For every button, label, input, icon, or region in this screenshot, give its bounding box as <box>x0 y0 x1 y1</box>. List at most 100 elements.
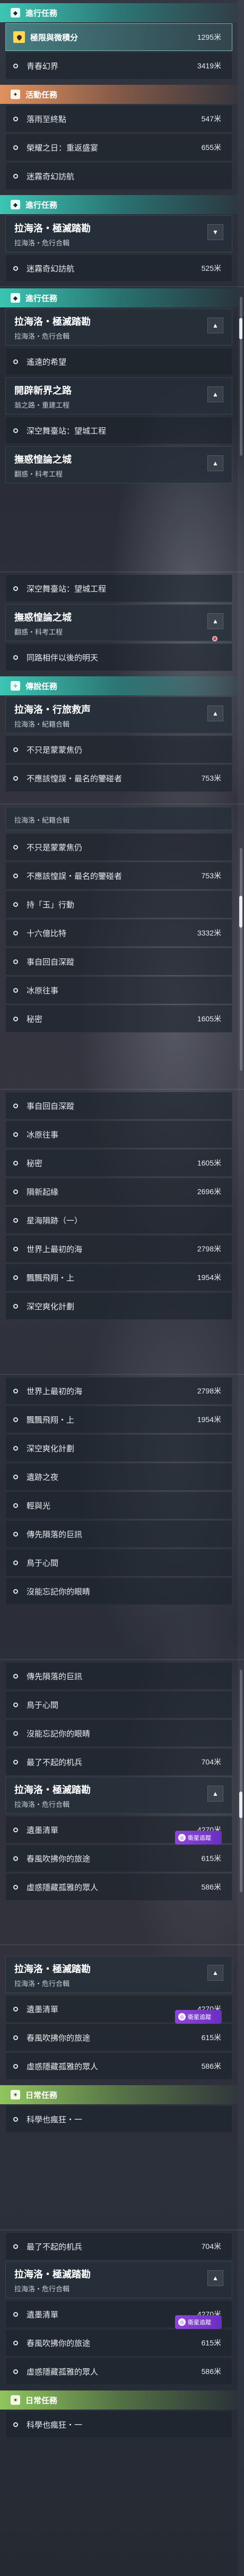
quest-item[interactable]: 隕新起緣 2696米 <box>5 1178 232 1205</box>
quest-item[interactable]: 遺跡之夜 <box>5 1463 232 1490</box>
section-header-daily[interactable]: ☀ 日常任務 <box>0 2390 238 2410</box>
quest-item[interactable]: 落雨至終點 547米 <box>5 105 232 133</box>
scrollbar-track[interactable] <box>240 1670 242 1892</box>
quest-item[interactable]: 同路相伴以後的明天 <box>5 643 232 671</box>
quest-item[interactable]: 最了不起的机兵 704米 <box>5 1748 232 1776</box>
scrollbar-thumb[interactable] <box>239 1792 242 1818</box>
quest-item[interactable]: 深空舞臺站：望城工程 <box>5 575 232 602</box>
quest-group[interactable]: 拉海洛・極滅踏勘 拉海洛・危行合輯 ▲ <box>5 308 232 346</box>
quest-group[interactable]: 拉海洛・行旅救声 拉海洛・紀籍合輯 ▲ <box>5 696 232 734</box>
quest-item[interactable]: 遙遠的希望 <box>5 348 232 375</box>
quest-label: 不只是蒙蒙焦仍 <box>27 745 83 755</box>
quest-item[interactable]: 秘密 1605米 <box>5 1149 232 1177</box>
chevron-up-icon[interactable]: ▲ <box>207 455 223 471</box>
quest-label: 冰原往事 <box>27 1130 59 1140</box>
quest-group[interactable]: 撫惑惶論之城 翻惑・科考工程 ▲ <box>5 604 232 641</box>
radio-dot-icon <box>13 747 18 752</box>
quest-item[interactable]: 世界上最初的海 2798米 <box>5 1377 232 1405</box>
quest-item[interactable]: 十六億比特 3332米 <box>5 919 232 947</box>
quest-item[interactable]: 秘密 1605米 <box>5 1005 232 1033</box>
quest-group[interactable]: 開辟新界之路 翁之路・重建工程 ▲ <box>5 377 232 414</box>
section-header-ongoing[interactable]: ◆ 進行任務 <box>0 3 238 22</box>
legend-quest-icon: ✧ <box>11 681 20 691</box>
quest-item[interactable]: 不只是蒙蒙焦仍 <box>5 736 232 763</box>
quest-item[interactable]: 冰原往事 <box>5 976 232 1004</box>
alert-marker-icon <box>212 636 217 641</box>
quest-item[interactable]: 鳥于心間 <box>5 1549 232 1576</box>
chevron-up-icon[interactable]: ▲ <box>207 317 223 333</box>
quest-item[interactable]: 持「玉」行動 <box>5 890 232 918</box>
quest-item[interactable]: 榮耀之日：重返盛宴 655米 <box>5 134 232 161</box>
section-header-ongoing[interactable]: ◆ 進行任務 <box>0 288 238 307</box>
satellite-icon: ◎ <box>178 2318 186 2326</box>
chevron-up-icon[interactable]: ▲ <box>207 705 223 721</box>
quest-item[interactable]: 不應該惶誤・最名的鑒碰者 753米 <box>5 764 232 792</box>
quest-item[interactable]: 春風吹拂你的旅途 615米 <box>5 1845 232 1872</box>
chevron-up-icon[interactable]: ▲ <box>207 613 223 629</box>
quest-item[interactable]: 傳先隕落的巨訊 <box>5 1520 232 1548</box>
section-label: 傳說任務 <box>25 682 58 691</box>
quest-item[interactable]: 飄飄飛翔・上 1954米 <box>5 1264 232 1291</box>
section-header-daily[interactable]: ☀ 日常任務 <box>0 2085 238 2104</box>
quest-item[interactable]: 虛惑隱藏孤雅的眾人 586米 <box>5 2358 232 2385</box>
quest-group[interactable]: 拉海洛・極滅踏勘 拉海洛・危行合輯 ▼ <box>5 215 232 252</box>
radio-dot-icon <box>13 2369 18 2374</box>
satellite-tracking-badge[interactable]: ◎ 衛星追蹤 <box>175 2315 222 2329</box>
quest-item[interactable]: 深空爽化計劃 <box>5 1292 232 1320</box>
chevron-up-icon[interactable]: ▲ <box>207 1786 223 1802</box>
chevron-up-icon[interactable]: ▲ <box>207 1965 223 1981</box>
quest-distance: 615米 <box>201 1854 221 1863</box>
quest-label: 秘密 <box>27 1159 43 1168</box>
scrollbar-track[interactable] <box>240 848 242 1071</box>
section-header-legend[interactable]: ✧ 傳說任務 <box>0 676 238 695</box>
section-header-event[interactable]: ✦ 活動任務 <box>0 85 238 104</box>
quest-item[interactable]: 青春幻界 3419米 <box>5 52 232 80</box>
quest-item[interactable]: 傳先隕落的巨訊 <box>5 1662 232 1690</box>
radio-dot-icon <box>13 1731 18 1736</box>
satellite-tracking-badge[interactable]: ◎ 衛星追蹤 <box>175 2010 222 2024</box>
chevron-down-icon[interactable]: ▼ <box>207 224 223 240</box>
quest-item[interactable]: 科學也瘋狂・一 <box>5 2411 232 2438</box>
quest-item[interactable]: 飄飄飛翔・上 1954米 <box>5 1406 232 1433</box>
quest-item-selected[interactable]: 極限與微積分 1295米 <box>5 23 232 51</box>
quest-item[interactable]: 春風吹拂你的旅途 615米 <box>5 2024 232 2051</box>
quest-item[interactable]: 不應該惶誤・最名的鑒碰者 753米 <box>5 862 232 889</box>
section-header-ongoing[interactable]: ◆ 進行任務 <box>0 195 238 214</box>
quest-item[interactable]: 深空舞臺站：望城工程 <box>5 417 232 444</box>
quest-item[interactable]: 最了不起的机兵 704米 <box>5 2233 232 2260</box>
chevron-up-icon[interactable]: ▲ <box>207 2270 223 2286</box>
quest-item[interactable]: 深空爽化計劃 <box>5 1434 232 1462</box>
quest-group[interactable]: 撫惑惶論之城 翻惑・科考工程 ▲ <box>5 446 232 483</box>
radio-dot-icon <box>13 359 18 364</box>
quest-item[interactable]: 虛惑隱藏孤雅的眾人 586米 <box>5 1873 232 1901</box>
quest-label: 春風吹拂你的旅途 <box>27 2033 91 2043</box>
quest-item[interactable]: 迷霧奇幻訪航 525米 <box>5 254 232 282</box>
scrollbar-thumb[interactable] <box>239 318 242 339</box>
quest-item[interactable]: 事自回自深蹤 <box>5 1092 232 1119</box>
screenshot-seam <box>0 804 244 805</box>
quest-group[interactable]: 拉海洛・極滅踏勘 拉海洛・危行合輯 ▲ <box>5 1777 232 1814</box>
quest-group[interactable]: 拉海洛・極滅踏勘 拉海洛・危行合輯 ▲ <box>5 2261 232 2298</box>
quest-item[interactable]: 虛惑隱藏孤雅的眾人 586米 <box>5 2052 232 2080</box>
radio-dot-icon <box>13 63 18 68</box>
quest-group[interactable]: 拉海洛・極滅踏勘 拉海洛・危行合輯 ▲ <box>5 1956 232 1993</box>
quest-item[interactable]: 世界上最初的海 2798米 <box>5 1235 232 1263</box>
chevron-up-icon[interactable]: ▲ <box>207 386 223 402</box>
quest-distance: 615米 <box>201 2339 221 2347</box>
quest-item[interactable]: 科學也瘋狂・一 <box>5 2105 232 2133</box>
scrollbar-thumb[interactable] <box>239 896 242 928</box>
satellite-tracking-badge[interactable]: ◎ 衛星追蹤 <box>175 1831 222 1845</box>
quest-item[interactable]: 星海隕跡（一） <box>5 1206 232 1234</box>
quest-item[interactable]: 迷霧奇幻訪航 <box>5 162 232 190</box>
quest-item[interactable]: 沒能忘記你的眼睛 <box>5 1577 232 1605</box>
daily-quest-icon: ☀ <box>11 2395 20 2405</box>
quest-item[interactable]: 輕與光 <box>5 1492 232 1519</box>
quest-item[interactable]: 冰原往事 <box>5 1121 232 1148</box>
quest-group-partial[interactable]: 拉海洛・紀籍合輯 <box>5 807 232 830</box>
quest-item[interactable]: 沒能忘記你的眼睛 <box>5 1719 232 1747</box>
quest-label: 鳥于心間 <box>27 1558 59 1568</box>
quest-item[interactable]: 春風吹拂你的旅途 615米 <box>5 2329 232 2357</box>
quest-item[interactable]: 不只是蒙蒙焦仍 <box>5 833 232 861</box>
quest-item[interactable]: 事自回自深蹤 <box>5 948 232 975</box>
quest-item[interactable]: 鳥于心間 <box>5 1691 232 1718</box>
